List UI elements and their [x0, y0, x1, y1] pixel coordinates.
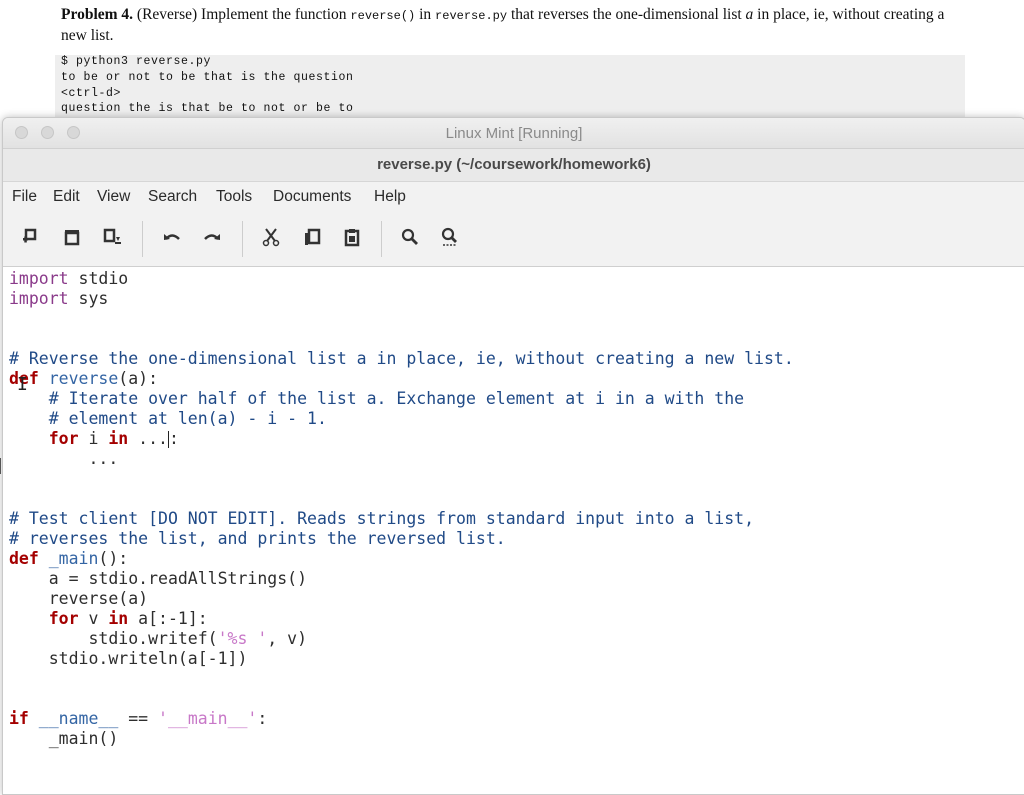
- code-line: a = stdio.readAllStrings(): [9, 569, 308, 588]
- terminal-line: <ctrl-d>: [61, 87, 122, 100]
- menu-documents[interactable]: Documents: [273, 188, 351, 206]
- problem-label: Problem 4.: [61, 6, 134, 23]
- code-token: import: [9, 289, 69, 308]
- mouse-ibeam-cursor-icon: I: [17, 374, 28, 395]
- code-editor[interactable]: import stdio import sys # Reverse the on…: [3, 267, 1024, 794]
- code-line: # Reverse the one-dimensional list a in …: [9, 349, 794, 368]
- terminal-line: $ python3 reverse.py: [61, 55, 212, 68]
- menu-help[interactable]: Help: [374, 188, 406, 206]
- toolbar-separator: [381, 221, 382, 257]
- code-line: for v in a[:-1]:: [9, 609, 208, 629]
- code-line: stdio.writeln(a[-1]): [9, 649, 248, 668]
- save-document-icon[interactable]: [101, 227, 123, 249]
- code-token: :: [257, 709, 268, 728]
- code-token: for: [48, 609, 79, 628]
- gedit-titlebar[interactable]: reverse.py (~/coursework/homework6): [3, 149, 1024, 182]
- toolbar-separator: [242, 221, 243, 257]
- problem-text: that reverses the one-dimensional list: [507, 6, 746, 23]
- new-document-icon[interactable]: [19, 227, 41, 249]
- terminal-example: $ python3 reverse.py to be or not to be …: [55, 55, 965, 125]
- code-token: ...: [128, 429, 168, 448]
- code-line: import stdio: [9, 269, 128, 289]
- code-token: ==: [118, 709, 159, 728]
- code-token: in: [108, 609, 129, 628]
- code-token: '%s ': [217, 629, 268, 648]
- undo-icon[interactable]: [161, 227, 183, 249]
- problem-name: (Reverse): [136, 6, 198, 23]
- toolbar: [3, 213, 1024, 267]
- code-token: _main: [48, 549, 99, 568]
- redo-icon[interactable]: [201, 227, 223, 249]
- code-token: i: [78, 429, 109, 448]
- menu-tools[interactable]: Tools: [216, 188, 252, 206]
- problem-text: Implement the function: [197, 6, 351, 23]
- vm-titlebar[interactable]: Linux Mint [Running]: [3, 118, 1024, 149]
- code-line: stdio.writef('%s ', v): [9, 629, 307, 649]
- code-token: in: [108, 429, 129, 448]
- code-token: (a):: [118, 369, 159, 388]
- code-line: reverse(a): [9, 589, 149, 608]
- vm-window-title: Linux Mint [Running]: [445, 125, 583, 142]
- gedit-window-title: reverse.py (~/coursework/homework6): [377, 156, 651, 173]
- function-code: reverse(): [350, 9, 416, 23]
- code-line: # element at len(a) - i - 1.: [9, 409, 327, 428]
- code-token: '__main__': [158, 709, 258, 728]
- code-token: def: [9, 549, 39, 568]
- code-line: def reverse(a):: [9, 369, 158, 389]
- code-line: # Iterate over half of the list a. Excha…: [9, 389, 745, 408]
- window-edge-marker: [0, 458, 1, 474]
- menu-view[interactable]: View: [97, 188, 130, 206]
- code-line: for i in ...:: [9, 429, 179, 449]
- code-token: if: [9, 709, 29, 728]
- menubar: File Edit View Search Tools Documents He…: [3, 182, 1024, 212]
- problem-text: in: [415, 6, 436, 23]
- menu-edit[interactable]: Edit: [53, 188, 80, 206]
- code-token: reverse: [48, 369, 119, 388]
- code-token: sys: [68, 289, 109, 308]
- code-line: # Test client [DO NOT EDIT]. Reads strin…: [9, 509, 755, 528]
- code-token: import: [9, 269, 69, 288]
- code-line: # reverses the list, and prints the reve…: [9, 529, 506, 548]
- code-token: for: [48, 429, 79, 448]
- code-line: import sys: [9, 289, 108, 309]
- vm-window: Linux Mint [Running] reverse.py (~/cours…: [2, 117, 1024, 795]
- paste-icon[interactable]: [341, 227, 363, 249]
- terminal-line: to be or not to be that is the question: [61, 71, 354, 84]
- code-token: ():: [98, 549, 129, 568]
- cut-icon[interactable]: [260, 227, 282, 249]
- code-token: :: [169, 429, 179, 448]
- code-token: , v): [267, 629, 308, 648]
- toolbar-separator: [142, 221, 143, 257]
- search-replace-icon[interactable]: [439, 227, 461, 249]
- copy-icon[interactable]: [301, 227, 323, 249]
- open-document-icon[interactable]: [61, 227, 83, 249]
- code-token: stdio: [68, 269, 129, 288]
- code-line: if __name__ == '__main__':: [9, 709, 267, 729]
- menu-search[interactable]: Search: [148, 188, 197, 206]
- menu-file[interactable]: File: [12, 188, 37, 206]
- file-code: reverse.py: [435, 9, 508, 23]
- code-token: v: [78, 609, 109, 628]
- code-token: stdio.writef(: [9, 629, 218, 648]
- code-token: a[:-1]:: [128, 609, 208, 628]
- code-line: def _main():: [9, 549, 128, 569]
- code-line: ...: [9, 449, 119, 468]
- terminal-line: question the is that be to not or be to: [61, 102, 354, 115]
- search-icon[interactable]: [399, 227, 421, 249]
- code-line: _main(): [9, 729, 119, 748]
- code-token: __name__: [28, 709, 119, 728]
- problem-statement: Problem 4. (Reverse) Implement the funct…: [61, 5, 966, 46]
